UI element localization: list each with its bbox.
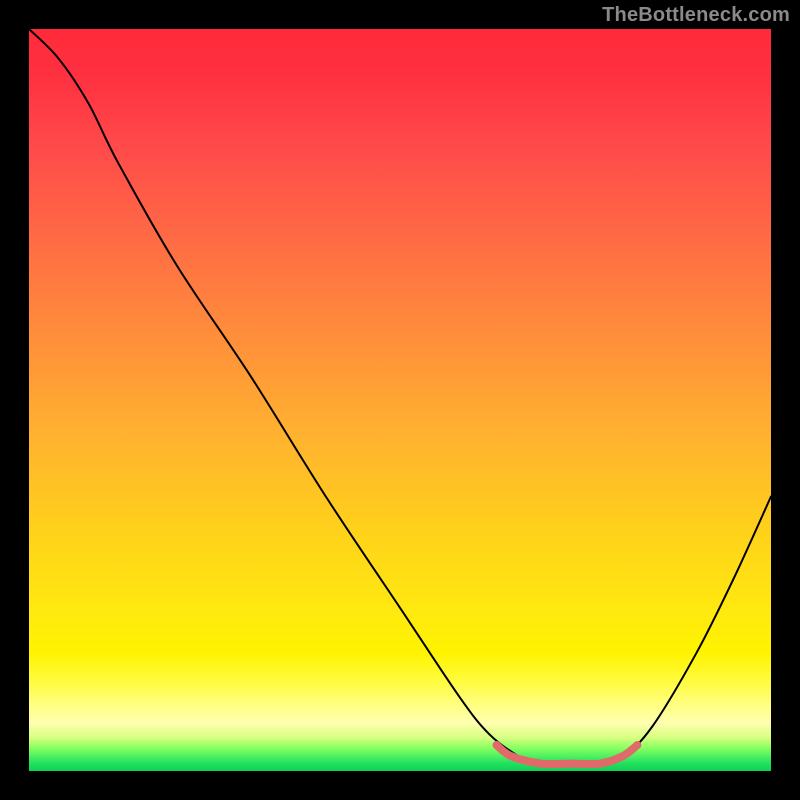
plot-gradient-background <box>29 29 771 771</box>
watermark-label: TheBottleneck.com <box>602 4 790 27</box>
bottleneck-chart: TheBottleneck.com <box>0 0 800 800</box>
